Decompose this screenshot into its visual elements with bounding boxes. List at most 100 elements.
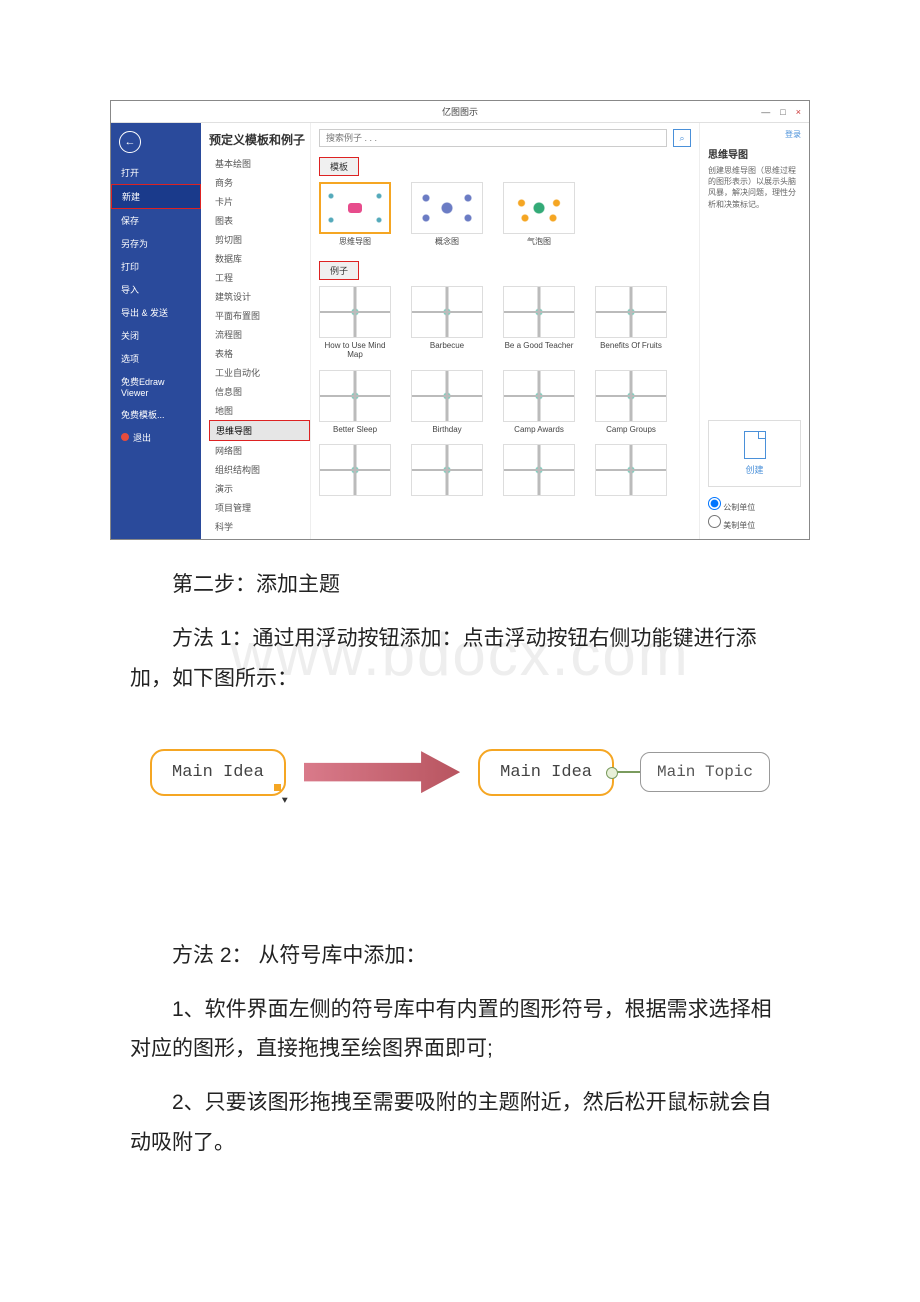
search-input[interactable] bbox=[319, 129, 667, 147]
category-item[interactable]: 工程 bbox=[209, 268, 310, 287]
search-button[interactable]: ⌕ bbox=[673, 129, 691, 147]
template-name: 思维导图 bbox=[319, 237, 391, 247]
nav-item[interactable]: 打开 bbox=[111, 161, 201, 184]
category-item[interactable]: 信息图 bbox=[209, 382, 310, 401]
example-thumb bbox=[503, 370, 575, 422]
unit-radio-group: 公制单位 美制单位 bbox=[708, 495, 801, 533]
category-item[interactable]: 流程图 bbox=[209, 325, 310, 344]
right-pane-title: 思维导图 bbox=[708, 146, 801, 161]
example-name: How to Use Mind Map bbox=[319, 341, 391, 360]
app-title: 亿图图示 bbox=[442, 105, 478, 118]
method2-heading: 方法 2： 从符号库中添加： bbox=[130, 936, 790, 976]
template-card[interactable]: 气泡图 bbox=[503, 182, 575, 247]
example-card[interactable]: Camp Awards bbox=[503, 370, 575, 435]
close-icon[interactable]: × bbox=[796, 107, 801, 117]
example-thumb bbox=[411, 286, 483, 338]
category-item[interactable]: 演示 bbox=[209, 479, 310, 498]
examples-section-label: 例子 bbox=[319, 261, 359, 280]
example-card[interactable]: Barbecue bbox=[411, 286, 483, 360]
example-card[interactable]: How to Use Mind Map bbox=[319, 286, 391, 360]
example-card[interactable] bbox=[595, 444, 667, 499]
template-thumb bbox=[319, 182, 391, 234]
floating-button-diagram: Main Idea Main Idea Main Topic bbox=[150, 749, 770, 796]
step-heading: 第二步：添加主题 bbox=[130, 565, 790, 605]
example-name: Birthday bbox=[411, 425, 483, 435]
category-item[interactable]: 平面布置图 bbox=[209, 306, 310, 325]
nav-item[interactable]: 导入 bbox=[111, 278, 201, 301]
method2-step1: 1、软件界面左侧的符号库中有内置的图形符号，根据需求选择相对应的图形，直接拖拽至… bbox=[130, 990, 790, 1070]
template-card[interactable]: 思维导图 bbox=[319, 182, 391, 247]
nav-item[interactable]: 另存为 bbox=[111, 232, 201, 255]
example-card[interactable]: Camp Groups bbox=[595, 370, 667, 435]
category-item[interactable]: 工业自动化 bbox=[209, 363, 310, 382]
example-card[interactable]: Be a Good Teacher bbox=[503, 286, 575, 360]
category-item[interactable]: 商务 bbox=[209, 173, 310, 192]
minimize-icon[interactable]: — bbox=[761, 107, 770, 117]
template-name: 概念图 bbox=[411, 237, 483, 247]
nav-item[interactable]: 选项 bbox=[111, 347, 201, 370]
nav-item[interactable]: 保存 bbox=[111, 209, 201, 232]
category-item[interactable]: 建筑设计 bbox=[209, 287, 310, 306]
category-item[interactable]: 地图 bbox=[209, 401, 310, 420]
unit-metric-radio[interactable]: 公制单位 bbox=[708, 497, 801, 513]
example-card[interactable]: Benefits Of Fruits bbox=[595, 286, 667, 360]
example-card[interactable]: Birthday bbox=[411, 370, 483, 435]
maximize-icon[interactable]: □ bbox=[780, 107, 785, 117]
template-name: 气泡图 bbox=[503, 237, 575, 247]
example-name: Camp Awards bbox=[503, 425, 575, 435]
nav-item[interactable]: 免费模板... bbox=[111, 403, 201, 426]
nav-pane: ← 打开新建保存另存为打印导入导出 & 发送关闭选项免费Edraw Viewer… bbox=[111, 123, 201, 539]
nav-item[interactable]: 关闭 bbox=[111, 324, 201, 347]
example-thumb bbox=[319, 370, 391, 422]
document-body-2: 方法 2： 从符号库中添加： 1、软件界面左侧的符号库中有内置的图形符号，根据需… bbox=[0, 936, 920, 1163]
nav-item[interactable]: 退出 bbox=[111, 426, 201, 449]
category-item[interactable]: 组织结构图 bbox=[209, 460, 310, 479]
main-idea-node-after: Main Idea bbox=[478, 749, 614, 796]
method1-text: 方法 1：通过用浮动按钮添加：点击浮动按钮右侧功能键进行添加，如下图所示： bbox=[130, 619, 790, 699]
create-label: 创建 bbox=[709, 463, 800, 476]
template-card[interactable]: 概念图 bbox=[411, 182, 483, 247]
category-item[interactable]: 软件 bbox=[209, 536, 310, 539]
example-card[interactable]: Better Sleep bbox=[319, 370, 391, 435]
document-body: 第二步：添加主题 方法 1：通过用浮动按钮添加：点击浮动按钮右侧功能键进行添加，… bbox=[0, 565, 920, 699]
category-item[interactable]: 科学 bbox=[209, 517, 310, 536]
float-handle-icon bbox=[274, 784, 288, 798]
right-pane-desc: 创建思维导图（思维过程的图形表示）以展示头脑风暴，解决问题，理性分析和决策标记。 bbox=[708, 165, 801, 210]
example-card[interactable] bbox=[411, 444, 483, 499]
example-name: Better Sleep bbox=[319, 425, 391, 435]
login-link[interactable]: 登录 bbox=[785, 129, 801, 140]
edraw-window: 亿图图示 — □ × ← 打开新建保存另存为打印导入导出 & 发送关闭选项免费E… bbox=[110, 100, 810, 540]
arrow-icon bbox=[304, 751, 460, 793]
create-box[interactable]: 创建 bbox=[708, 420, 801, 487]
template-pane: ⌕ 模板 思维导图 概念图 气泡图 例子 How to Use Mind Map Ba… bbox=[311, 123, 699, 539]
category-item[interactable]: 项目管理 bbox=[209, 498, 310, 517]
example-name: Be a Good Teacher bbox=[503, 341, 575, 351]
category-item[interactable]: 图表 bbox=[209, 211, 310, 230]
category-item[interactable]: 卡片 bbox=[209, 192, 310, 211]
example-name: Barbecue bbox=[411, 341, 483, 351]
example-name: Camp Groups bbox=[595, 425, 667, 435]
category-item[interactable]: 表格 bbox=[209, 344, 310, 363]
nav-item[interactable]: 导出 & 发送 bbox=[111, 301, 201, 324]
category-item[interactable]: 剪切图 bbox=[209, 230, 310, 249]
example-card[interactable] bbox=[503, 444, 575, 499]
category-item[interactable]: 思维导图 bbox=[209, 420, 310, 441]
example-card[interactable] bbox=[319, 444, 391, 499]
category-title: 预定义模板和例子 bbox=[209, 131, 310, 148]
example-thumb bbox=[411, 370, 483, 422]
titlebar: 亿图图示 — □ × bbox=[111, 101, 809, 123]
connector-icon bbox=[614, 771, 640, 773]
back-button[interactable]: ← bbox=[119, 131, 141, 153]
nav-item[interactable]: 新建 bbox=[111, 184, 201, 209]
templates-section-label: 模板 bbox=[319, 157, 359, 176]
example-thumb bbox=[595, 370, 667, 422]
right-pane: 登录 思维导图 创建思维导图（思维过程的图形表示）以展示头脑风暴，解决问题，理性… bbox=[699, 123, 809, 539]
nav-item[interactable]: 打印 bbox=[111, 255, 201, 278]
nav-item[interactable]: 免费Edraw Viewer bbox=[111, 370, 201, 403]
example-thumb bbox=[503, 286, 575, 338]
unit-us-radio[interactable]: 美制单位 bbox=[708, 515, 801, 531]
category-item[interactable]: 数据库 bbox=[209, 249, 310, 268]
category-item[interactable]: 基本绘图 bbox=[209, 154, 310, 173]
category-item[interactable]: 网络图 bbox=[209, 441, 310, 460]
example-thumb bbox=[595, 286, 667, 338]
